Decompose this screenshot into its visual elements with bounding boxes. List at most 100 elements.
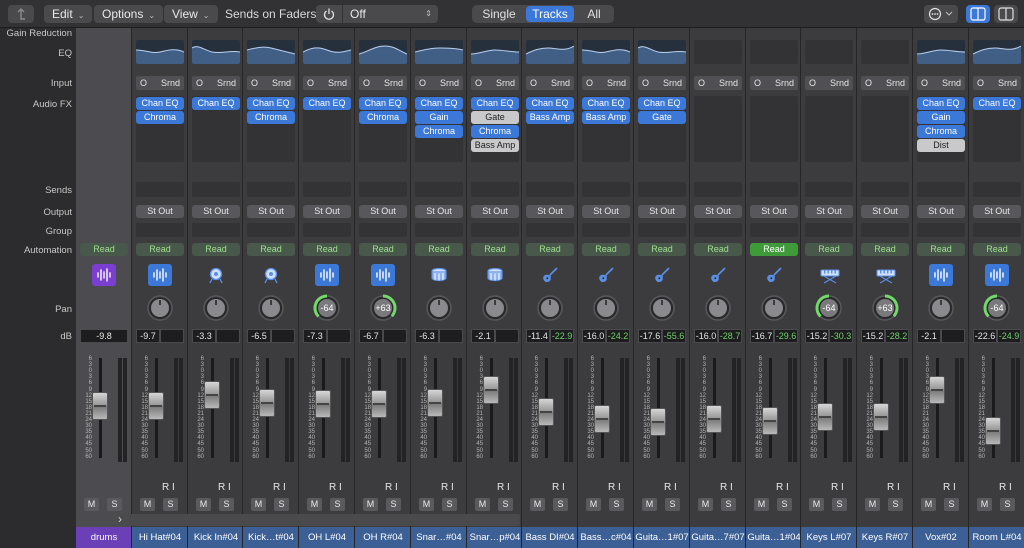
input-slot[interactable]: O Srnd <box>526 76 574 90</box>
volume-value[interactable]: -11.4 <box>526 329 550 343</box>
send-slot[interactable] <box>750 182 798 197</box>
volume-value[interactable]: -6.5 <box>247 329 271 343</box>
volume-fader[interactable] <box>148 392 164 420</box>
eq-thumbnail[interactable] <box>582 40 630 64</box>
input-monitor-button[interactable]: I <box>618 482 621 493</box>
mute-button[interactable]: M <box>251 498 266 511</box>
audio-fx-slots[interactable] <box>861 96 909 162</box>
group-slot[interactable] <box>694 223 742 237</box>
edit-menu[interactable]: Edit ⌄ <box>44 5 93 23</box>
input-slot[interactable]: O Srnd <box>359 76 407 90</box>
track-name[interactable]: drums <box>76 527 131 548</box>
input-mono-stereo-toggle[interactable]: O <box>586 76 593 90</box>
solo-button[interactable]: S <box>721 498 736 511</box>
read-enable-button[interactable]: R <box>162 482 169 493</box>
send-slot[interactable] <box>136 182 184 197</box>
eq-thumbnail[interactable] <box>805 40 853 64</box>
send-slot[interactable] <box>359 182 407 197</box>
send-slot[interactable] <box>805 182 853 197</box>
mute-button[interactable]: M <box>84 498 99 511</box>
volume-value[interactable]: -9.7 <box>136 329 160 343</box>
audio-fx-plugin-slot[interactable]: Chan EQ <box>303 97 351 110</box>
read-enable-button[interactable]: R <box>831 482 838 493</box>
volume-value[interactable]: -17.6 <box>638 329 662 343</box>
output-slot[interactable]: St Out <box>247 205 295 218</box>
eq-thumbnail[interactable] <box>192 40 240 64</box>
peak-level-value[interactable]: -30.3 <box>829 329 853 343</box>
audio-fx-plugin-slot[interactable]: Chan EQ <box>973 97 1021 110</box>
input-mono-stereo-toggle[interactable]: O <box>307 76 314 90</box>
track-name[interactable]: Kick In#04 <box>188 527 242 548</box>
output-slot[interactable]: St Out <box>973 205 1021 218</box>
single-pane-view-button[interactable] <box>966 5 990 23</box>
filter-all-button[interactable]: All <box>576 6 612 22</box>
read-enable-button[interactable]: R <box>608 482 615 493</box>
volume-fader[interactable] <box>594 405 610 433</box>
read-enable-button[interactable]: R <box>776 482 783 493</box>
track-name[interactable]: OH R#04 <box>355 527 410 548</box>
automation-mode-button[interactable]: Read <box>471 243 519 256</box>
eq-thumbnail[interactable] <box>973 40 1021 64</box>
volume-value[interactable]: -16.0 <box>694 329 718 343</box>
pan-knob[interactable] <box>648 294 676 322</box>
peak-level-value[interactable] <box>271 329 295 343</box>
group-slot[interactable] <box>638 223 686 237</box>
group-slot[interactable] <box>526 223 574 237</box>
volume-fader[interactable] <box>259 389 275 417</box>
solo-button[interactable]: S <box>274 498 289 511</box>
pan-knob[interactable]: +63 <box>871 294 899 322</box>
group-slot[interactable] <box>917 223 965 237</box>
solo-button[interactable]: S <box>330 498 345 511</box>
audio-fx-plugin-slot[interactable]: Chroma <box>415 125 463 138</box>
audio-fx-plugin-slot[interactable]: Chan EQ <box>582 97 630 110</box>
audio-fx-slots[interactable] <box>805 96 853 162</box>
peak-level-value[interactable]: -28.2 <box>885 329 909 343</box>
audio-fx-plugin-slot[interactable]: Chan EQ <box>359 97 407 110</box>
volume-fader[interactable] <box>985 417 1001 445</box>
solo-button[interactable]: S <box>498 498 513 511</box>
input-monitor-button[interactable]: I <box>1009 482 1012 493</box>
input-mono-stereo-toggle[interactable]: O <box>642 76 649 90</box>
output-slot[interactable]: St Out <box>750 205 798 218</box>
pan-knob[interactable]: -64 <box>815 294 843 322</box>
input-monitor-button[interactable]: I <box>283 482 286 493</box>
automation-mode-button[interactable]: Read <box>861 243 909 256</box>
group-slot[interactable] <box>359 223 407 237</box>
peak-level-value[interactable] <box>941 329 965 343</box>
track-name[interactable]: Keys R#07 <box>857 527 912 548</box>
track-name[interactable]: Room L#04 <box>969 527 1024 548</box>
input-mono-stereo-toggle[interactable]: O <box>251 76 258 90</box>
solo-button[interactable]: S <box>107 498 122 511</box>
input-slot[interactable]: O Srnd <box>247 76 295 90</box>
solo-button[interactable]: S <box>163 498 178 511</box>
audio-fx-plugin-slot[interactable]: Chroma <box>136 111 184 124</box>
mute-button[interactable]: M <box>475 498 490 511</box>
input-slot[interactable]: O Srnd <box>136 76 184 90</box>
input-mono-stereo-toggle[interactable]: O <box>698 76 705 90</box>
send-slot[interactable] <box>526 182 574 197</box>
track-name[interactable]: Snar…#04 <box>411 527 466 548</box>
mute-button[interactable]: M <box>754 498 769 511</box>
volume-fader[interactable] <box>706 405 722 433</box>
audio-fx-plugin-slot[interactable]: Gain <box>415 111 463 124</box>
automation-mode-button[interactable]: Read <box>973 243 1021 256</box>
track-name[interactable]: Snar…p#04 <box>467 527 521 548</box>
input-mono-stereo-toggle[interactable]: O <box>530 76 537 90</box>
read-enable-button[interactable]: R <box>887 482 894 493</box>
output-slot[interactable]: St Out <box>192 205 240 218</box>
input-monitor-button[interactable]: I <box>507 482 510 493</box>
eq-thumbnail[interactable] <box>136 40 184 64</box>
view-menu[interactable]: View ⌄ <box>164 5 218 23</box>
read-enable-button[interactable]: R <box>441 482 448 493</box>
volume-value[interactable]: -15.2 <box>805 329 829 343</box>
volume-value[interactable]: -16.0 <box>582 329 606 343</box>
sends-on-faders-select[interactable]: Off ⇕ <box>316 5 438 23</box>
input-monitor-button[interactable]: I <box>339 482 342 493</box>
audio-fx-plugin-slot[interactable]: Chan EQ <box>917 97 965 110</box>
group-slot[interactable] <box>415 223 463 237</box>
automation-mode-button[interactable]: Read <box>136 243 184 256</box>
read-enable-button[interactable]: R <box>664 482 671 493</box>
volume-fader[interactable] <box>873 403 889 431</box>
eq-thumbnail[interactable] <box>415 40 463 64</box>
track-name[interactable]: Hi Hat#04 <box>132 527 187 548</box>
